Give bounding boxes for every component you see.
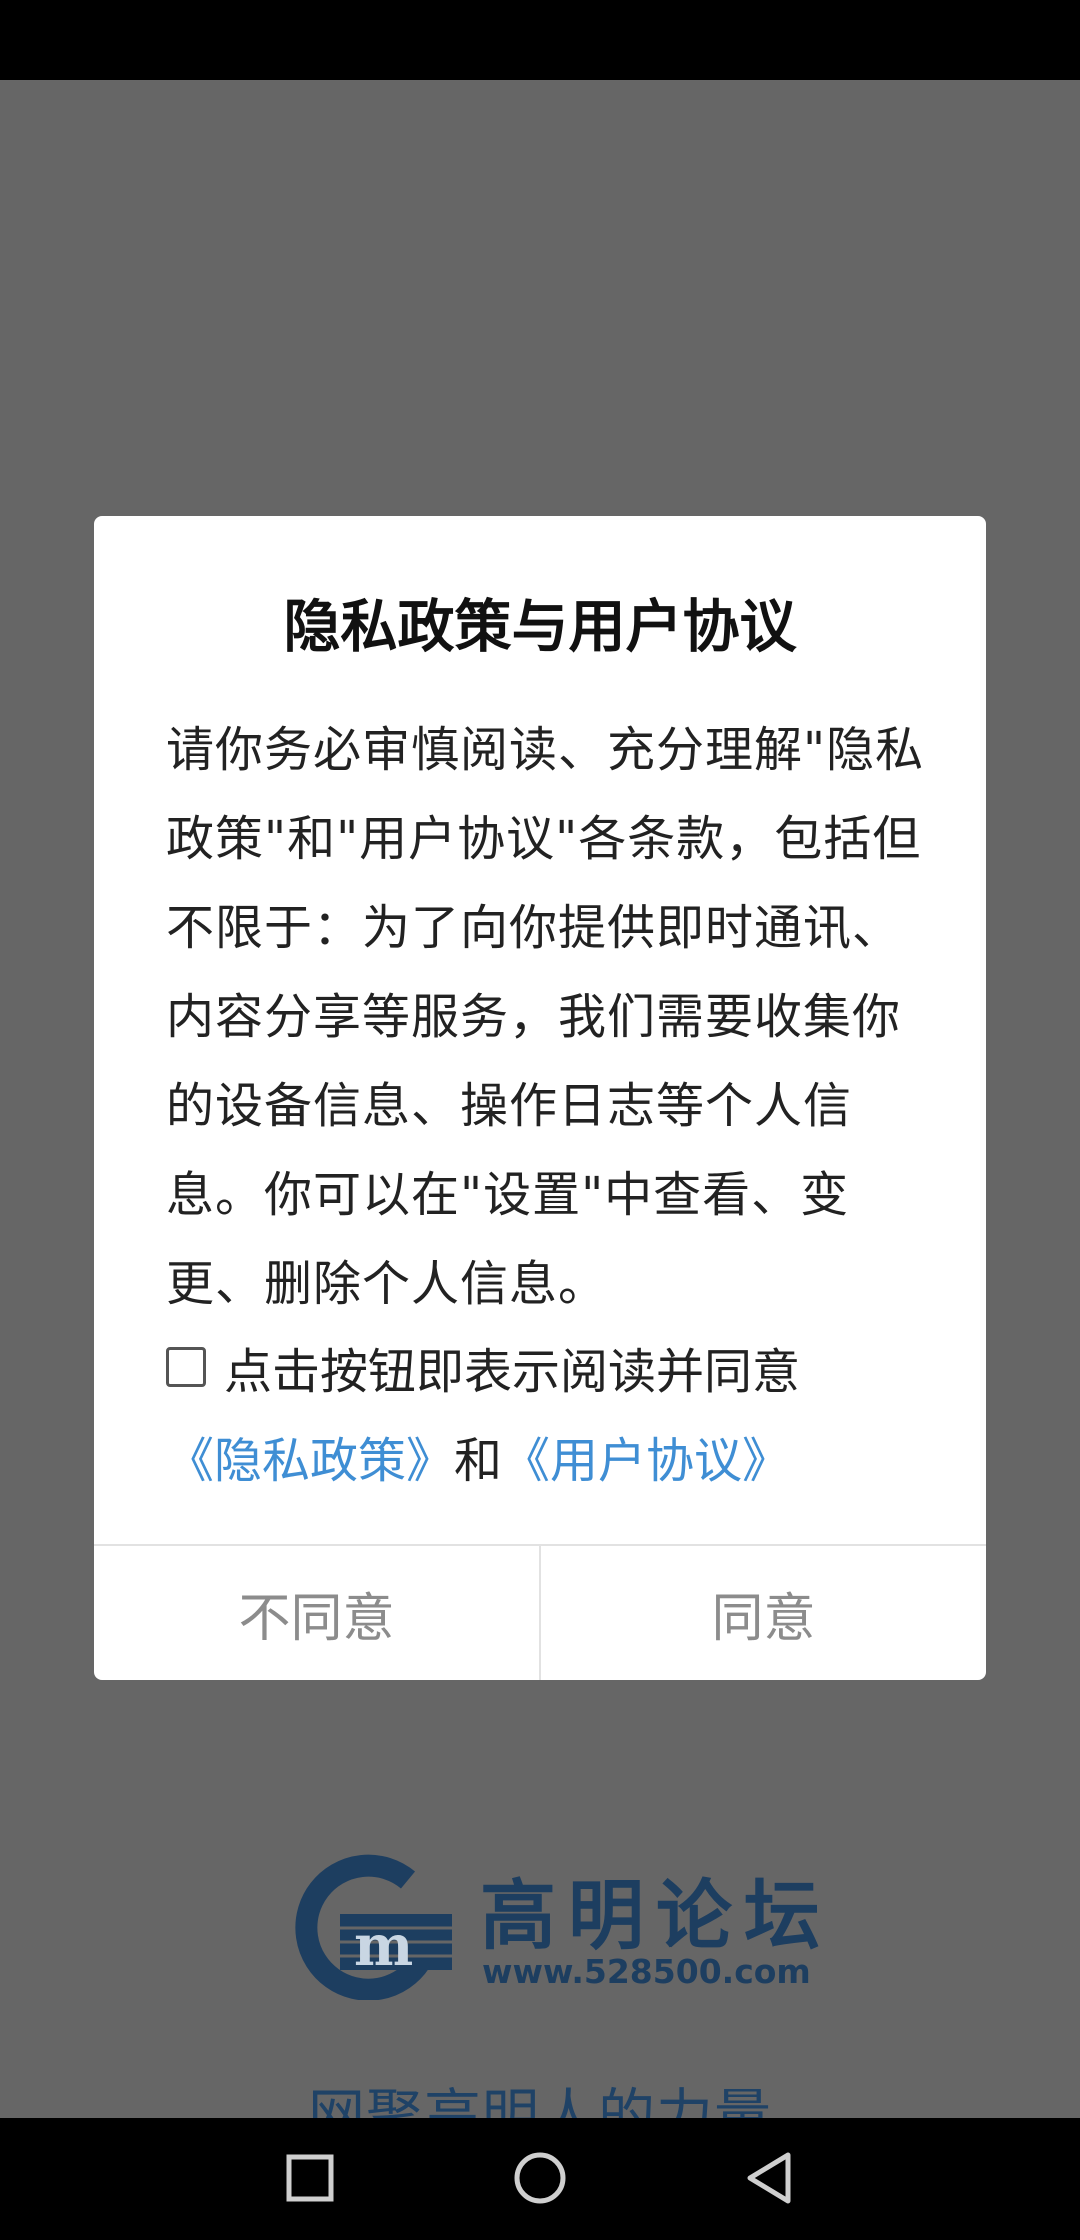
consent-checkbox[interactable]: [166, 1346, 206, 1387]
agree-button[interactable]: 同意: [541, 1546, 986, 1680]
user-agreement-link[interactable]: 《用户协议》: [502, 1421, 790, 1491]
dialog-title: 隐私政策与用户协议: [283, 594, 797, 660]
brand-url: www.528500.com: [482, 1952, 811, 1991]
triangle-back-icon[interactable]: [730, 2138, 810, 2218]
navigation-bar: [0, 2118, 1080, 2240]
gm-logo-icon: m: [295, 1854, 452, 2000]
status-bar: [0, 0, 1080, 80]
square-icon[interactable]: [270, 2138, 350, 2218]
dialog-body-text: 请你务必审慎阅读、充分理解"隐私政策"和"用户协议"各条款，包括但不限于：为了向…: [166, 722, 925, 1312]
circle-icon[interactable]: [500, 2138, 580, 2218]
privacy-dialog: 隐私政策与用户协议 请你务必审慎阅读、充分理解"隐私政策"和"用户协议"各条款，…: [94, 516, 986, 1680]
brand-slogan: 网聚高明人的力量: [308, 2083, 772, 2118]
brand-splash: m 高明论坛 www.528500.com 网聚高明人的力量: [280, 1850, 820, 2118]
screen-overlay: m 高明论坛 www.528500.com 网聚高明人的力量 隐私政策与用户协议…: [0, 80, 1080, 2118]
consent-links-row: 《隐私政策》 和 《用户协议》: [166, 1411, 946, 1500]
svg-text:m: m: [354, 1913, 413, 1979]
consent-text: 点击按钮即表示阅读并同意: [224, 1343, 801, 1400]
disagree-button[interactable]: 不同意: [94, 1546, 539, 1680]
privacy-policy-link[interactable]: 《隐私政策》: [166, 1421, 454, 1491]
consent-row: 点击按钮即表示阅读并同意: [166, 1322, 946, 1411]
and-text: 和: [454, 1432, 503, 1489]
brand-name: 高明论坛: [480, 1871, 832, 1960]
